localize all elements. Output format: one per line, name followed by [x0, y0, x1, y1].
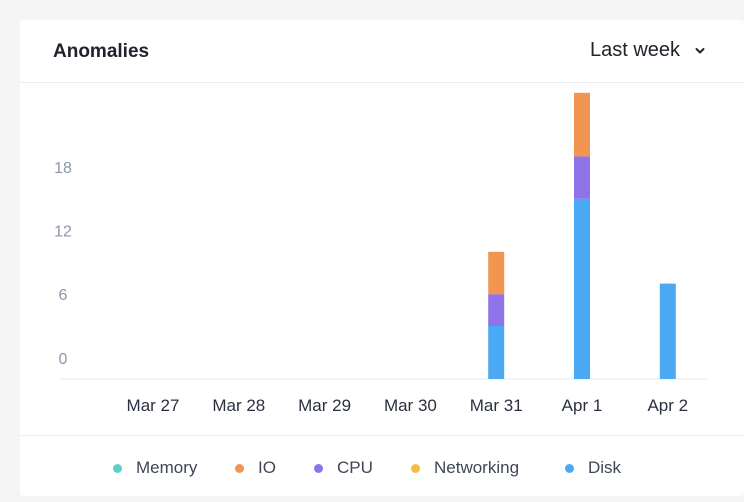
- anomalies-card: Anomalies Last week 0 6 12 18 Mar 27 Mar 28 Ma…: [20, 20, 744, 496]
- x-tick-label: Apr 1: [562, 396, 603, 415]
- legend-swatch-cpu: [314, 463, 323, 473]
- time-range-dropdown[interactable]: Last week: [590, 39, 706, 62]
- x-tick-label: Mar 29: [298, 396, 351, 415]
- chart-legend: Memory IO CPU Networking Disk: [20, 435, 744, 497]
- y-tick-label: 18: [54, 160, 72, 177]
- y-tick-label: 0: [59, 351, 68, 368]
- chevron-down-icon: [695, 47, 705, 53]
- legend-label-cpu: CPU: [337, 458, 373, 477]
- legend-swatch-disk: [565, 463, 574, 473]
- bar-io-mar-31[interactable]: [488, 251, 505, 295]
- legend-swatch-networking: [411, 463, 420, 473]
- card-title: Anomalies: [53, 41, 150, 62]
- y-tick-label: 12: [54, 224, 72, 241]
- x-tick-label: Mar 27: [127, 396, 180, 415]
- anomalies-chart: 0 6 12 18 Mar 27 Mar 28 Mar 29 Mar 30 Mar 31 Apr …: [54, 92, 707, 415]
- legend-item-networking[interactable]: Networking: [411, 458, 519, 478]
- legend-item-disk[interactable]: Disk: [565, 458, 621, 478]
- time-range-label: Last week: [590, 39, 681, 61]
- legend-label-disk: Disk: [588, 458, 622, 477]
- legend-swatch-memory: [113, 463, 122, 473]
- x-tick-label: Mar 31: [470, 396, 523, 415]
- legend-label-memory: Memory: [136, 458, 198, 477]
- x-tick-label: Mar 28: [212, 396, 265, 415]
- legend-item-cpu[interactable]: CPU: [314, 458, 373, 478]
- y-tick-label: 6: [59, 287, 68, 304]
- bar-disk-apr-1[interactable]: [574, 198, 590, 379]
- legend-swatch-io: [235, 463, 244, 473]
- card-header: Anomalies Last week: [20, 20, 744, 83]
- x-tick-label: Apr 2: [647, 396, 688, 415]
- bar-disk-apr-2[interactable]: [659, 283, 676, 379]
- legend-label-networking: Networking: [434, 458, 520, 477]
- legend-label-io: IO: [258, 458, 276, 477]
- bar-cpu-mar-31[interactable]: [488, 294, 505, 326]
- legend-item-memory[interactable]: Memory: [113, 458, 197, 478]
- bar-io-apr-1[interactable]: [574, 92, 590, 157]
- legend-item-io[interactable]: IO: [235, 458, 276, 478]
- bar-cpu-apr-1[interactable]: [574, 156, 590, 199]
- bar-disk-mar-31[interactable]: [488, 326, 505, 379]
- x-tick-label: Mar 30: [384, 396, 437, 415]
